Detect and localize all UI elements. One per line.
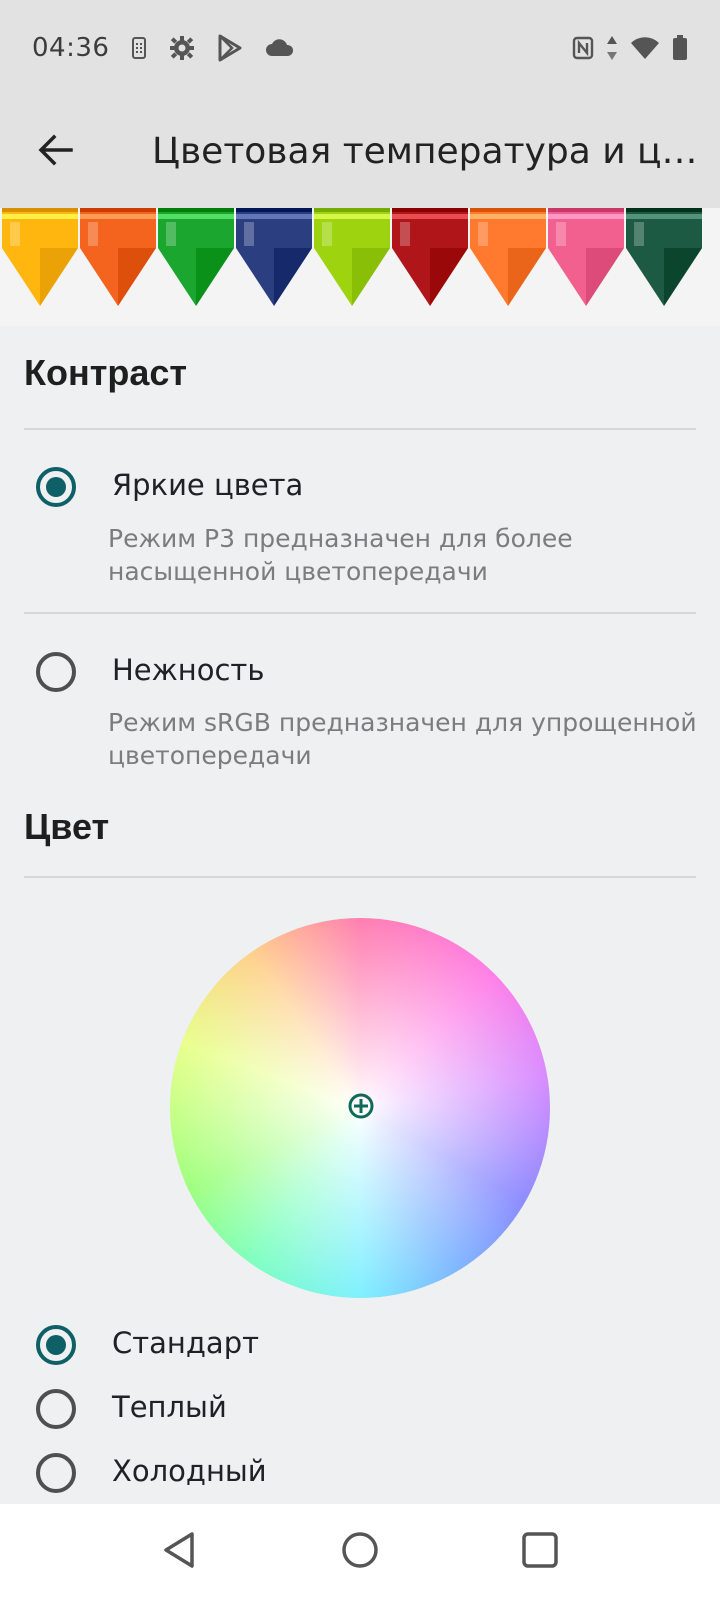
wifi-icon xyxy=(630,36,660,60)
crayon-illustration xyxy=(2,208,702,306)
option-gentle-label: Нежность xyxy=(112,653,265,687)
radio-cold[interactable] xyxy=(36,1453,76,1493)
crayon xyxy=(80,208,156,306)
home-circle-icon xyxy=(340,1530,380,1574)
crayon xyxy=(2,208,78,306)
crayon xyxy=(236,208,312,306)
option-gentle-description: Режим sRGB предназначен для упрощенной ц… xyxy=(108,708,697,770)
option-standard-label: Стандарт xyxy=(112,1326,259,1360)
crayon-banner xyxy=(0,208,720,326)
settings-gear-icon xyxy=(169,35,195,61)
nfc-icon xyxy=(572,36,594,60)
section-title-contrast: Контраст xyxy=(24,352,188,393)
nav-back-button[interactable] xyxy=(156,1528,204,1576)
app-bar: Цветовая температура и цв... xyxy=(0,96,720,208)
data-arrows-icon xyxy=(606,35,618,61)
option-cold-label: Холодный xyxy=(112,1454,267,1488)
divider xyxy=(24,876,696,878)
back-triangle-icon xyxy=(160,1530,200,1574)
page-title: Цветовая температура и цв... xyxy=(152,131,700,172)
crosshair-plus-icon[interactable] xyxy=(347,1092,375,1120)
status-time: 04:36 xyxy=(32,33,110,63)
recents-square-icon xyxy=(520,1530,560,1574)
section-title-color: Цвет xyxy=(24,806,110,847)
crayon xyxy=(158,208,234,306)
nav-recents-button[interactable] xyxy=(516,1528,564,1576)
play-store-icon xyxy=(217,34,243,62)
back-button[interactable] xyxy=(0,96,112,208)
arrow-left-icon xyxy=(38,132,74,172)
divider xyxy=(24,428,696,430)
divider xyxy=(24,612,696,614)
crayon xyxy=(470,208,546,306)
option-vivid-description: Режим P3 предназначен для более насыщенн… xyxy=(108,524,573,586)
radio-standard[interactable] xyxy=(36,1325,76,1365)
radio-warm[interactable] xyxy=(36,1389,76,1429)
option-warm-label: Теплый xyxy=(112,1390,227,1424)
nav-home-button[interactable] xyxy=(336,1528,384,1576)
sim-card-icon xyxy=(131,36,147,60)
navigation-bar xyxy=(0,1504,720,1600)
radio-gentle[interactable] xyxy=(36,652,76,692)
cloud-icon xyxy=(265,38,295,58)
crayon xyxy=(314,208,390,306)
crayon xyxy=(392,208,468,306)
crayon xyxy=(548,208,624,306)
crayon xyxy=(626,208,702,306)
battery-icon xyxy=(672,35,688,61)
option-vivid-label: Яркие цвета xyxy=(112,468,304,502)
radio-vivid[interactable] xyxy=(36,467,76,507)
status-bar: 04:36 xyxy=(0,0,720,96)
